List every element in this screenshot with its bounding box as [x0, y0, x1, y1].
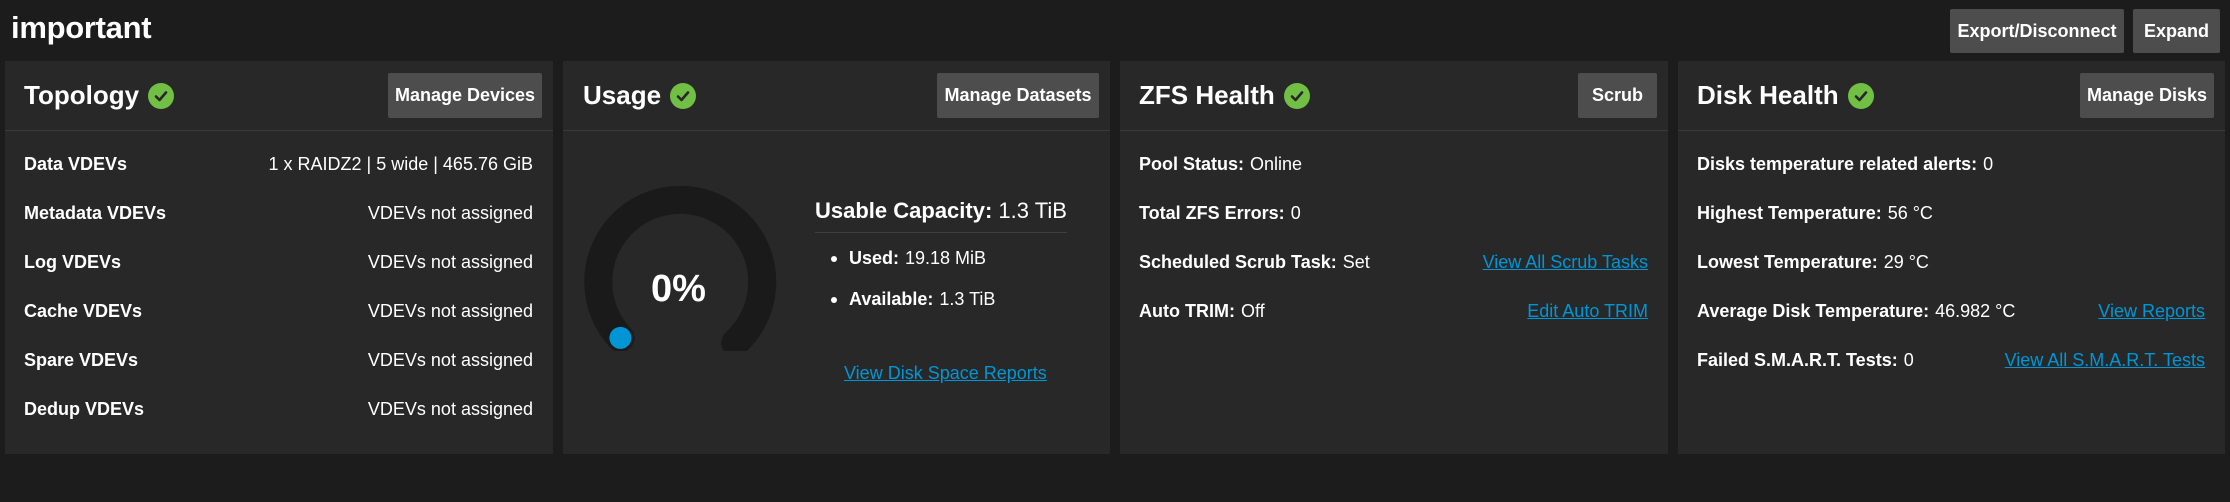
- row-label: Failed S.M.A.R.T. Tests:: [1697, 349, 1898, 370]
- check-circle-icon: [148, 82, 175, 109]
- available-label: Available:: [849, 289, 934, 309]
- row-label: Pool Status:: [1139, 153, 1245, 174]
- row-value: VDEVs not assigned: [367, 349, 533, 370]
- topology-row-log: Log VDEVs VDEVs not assigned: [24, 250, 533, 274]
- row-value: VDEVs not assigned: [367, 251, 533, 272]
- row-value: VDEVs not assigned: [367, 398, 533, 419]
- export-disconnect-button[interactable]: Export/Disconnect: [1950, 9, 2124, 53]
- row-value: 0: [1903, 349, 1914, 370]
- bullet-icon: [831, 255, 837, 262]
- manage-disks-button[interactable]: Manage Disks: [2080, 73, 2214, 118]
- disk-health-card-header: Disk Health Manage Disks: [1678, 61, 2225, 131]
- pool-name: important: [11, 10, 152, 45]
- view-reports-link[interactable]: View Reports: [2098, 301, 2205, 322]
- usage-percent: 0%: [651, 268, 706, 310]
- row-value: 1 x RAIDZ2 | 5 wide | 465.76 GiB: [268, 153, 533, 174]
- row-label: Average Disk Temperature:: [1697, 300, 1930, 321]
- usage-card: Usage Manage Datasets 0% Usable Capacity…: [563, 61, 1110, 454]
- pool-header: important Export/Disconnect Expand: [0, 0, 2230, 60]
- topology-row-cache: Cache VDEVs VDEVs not assigned: [24, 299, 533, 323]
- row-label: Disks temperature related alerts:: [1697, 153, 1978, 174]
- disk-row-avg-temp: Average Disk Temperature: 46.982 °C View…: [1697, 299, 2205, 323]
- topology-title: Topology: [24, 80, 140, 110]
- row-value: VDEVs not assigned: [367, 202, 533, 223]
- row-label: Lowest Temperature:: [1697, 251, 1878, 272]
- row-value: VDEVs not assigned: [367, 300, 533, 321]
- view-all-scrub-tasks-link[interactable]: View All Scrub Tasks: [1483, 252, 1648, 273]
- check-circle-icon: [670, 82, 697, 109]
- usage-gauge: [584, 185, 777, 351]
- used-label: Used:: [849, 248, 900, 268]
- row-label: Dedup VDEVs: [24, 398, 145, 419]
- scrub-button[interactable]: Scrub: [1578, 73, 1657, 118]
- row-label: Cache VDEVs: [24, 300, 143, 321]
- zfs-row-total-errors: Total ZFS Errors: 0: [1139, 201, 1648, 225]
- zfs-health-card: ZFS Health Scrub Pool Status: Online Tot…: [1120, 61, 1668, 454]
- expand-button[interactable]: Expand: [2133, 9, 2220, 53]
- bullet-icon: [831, 296, 837, 303]
- row-label: Total ZFS Errors:: [1139, 202, 1285, 223]
- topology-row-spare: Spare VDEVs VDEVs not assigned: [24, 348, 533, 372]
- topology-row-metadata: Metadata VDEVs VDEVs not assigned: [24, 201, 533, 225]
- usable-capacity: Usable Capacity: 1.3 TiB: [815, 198, 1067, 233]
- usage-title: Usage: [583, 80, 662, 110]
- disk-row-highest-temp: Highest Temperature: 56 °C: [1697, 201, 2205, 225]
- row-value: Set: [1342, 251, 1370, 272]
- row-label: Log VDEVs: [24, 251, 122, 272]
- view-disk-space-reports-link[interactable]: View Disk Space Reports: [844, 363, 1047, 384]
- usage-gauge-indicator: [609, 326, 632, 349]
- row-value: Off: [1240, 300, 1265, 321]
- zfs-row-auto-trim: Auto TRIM: Off Edit Auto TRIM: [1139, 299, 1648, 323]
- disk-health-title: Disk Health: [1697, 80, 1839, 110]
- topology-card: Topology Manage Devices Data VDEVs 1 x R…: [5, 61, 553, 454]
- row-value: 56 °C: [1887, 202, 1933, 223]
- row-value: 0: [1290, 202, 1301, 223]
- disk-row-lowest-temp: Lowest Temperature: 29 °C: [1697, 250, 2205, 274]
- row-value: 29 °C: [1883, 251, 1929, 272]
- zfs-row-scrub-task: Scheduled Scrub Task: Set View All Scrub…: [1139, 250, 1648, 274]
- manage-devices-button[interactable]: Manage Devices: [388, 73, 542, 118]
- row-value: 0: [1983, 153, 1994, 174]
- edit-auto-trim-link[interactable]: Edit Auto TRIM: [1527, 301, 1648, 322]
- row-value: 46.982 °C: [1935, 300, 2016, 321]
- row-label: Metadata VDEVs: [24, 202, 167, 223]
- row-label: Auto TRIM:: [1139, 300, 1235, 321]
- disk-row-smart-tests: Failed S.M.A.R.T. Tests: 0 View All S.M.…: [1697, 348, 2205, 372]
- usable-capacity-value: 1.3 TiB: [998, 198, 1067, 223]
- check-circle-icon: [1283, 82, 1310, 109]
- disk-row-temp-alerts: Disks temperature related alerts: 0: [1697, 152, 2205, 176]
- row-label: Data VDEVs: [24, 153, 128, 174]
- check-circle-icon: [1847, 82, 1874, 109]
- row-value: Online: [1250, 153, 1303, 174]
- manage-datasets-button[interactable]: Manage Datasets: [937, 73, 1099, 118]
- usage-card-header: Usage Manage Datasets: [563, 61, 1110, 131]
- usage-available: Available: 1.3 TiB: [831, 289, 995, 310]
- usage-used: Used: 19.18 MiB: [831, 248, 986, 269]
- zfs-health-title: ZFS Health: [1139, 80, 1275, 110]
- topology-row-dedup: Dedup VDEVs VDEVs not assigned: [24, 397, 533, 421]
- zfs-row-pool-status: Pool Status: Online: [1139, 152, 1648, 176]
- usable-capacity-label: Usable Capacity:: [815, 198, 993, 223]
- topology-card-header: Topology Manage Devices: [5, 61, 553, 131]
- used-value: 19.18 MiB: [905, 248, 987, 268]
- available-value: 1.3 TiB: [939, 289, 996, 309]
- topology-row-data: Data VDEVs 1 x RAIDZ2 | 5 wide | 465.76 …: [24, 152, 533, 176]
- view-all-smart-tests-link[interactable]: View All S.M.A.R.T. Tests: [2005, 350, 2205, 371]
- row-label: Spare VDEVs: [24, 349, 139, 370]
- row-label: Highest Temperature:: [1697, 202, 1882, 223]
- disk-health-card: Disk Health Manage Disks Disks temperatu…: [1678, 61, 2225, 454]
- row-label: Scheduled Scrub Task:: [1139, 251, 1337, 272]
- zfs-health-card-header: ZFS Health Scrub: [1120, 61, 1668, 131]
